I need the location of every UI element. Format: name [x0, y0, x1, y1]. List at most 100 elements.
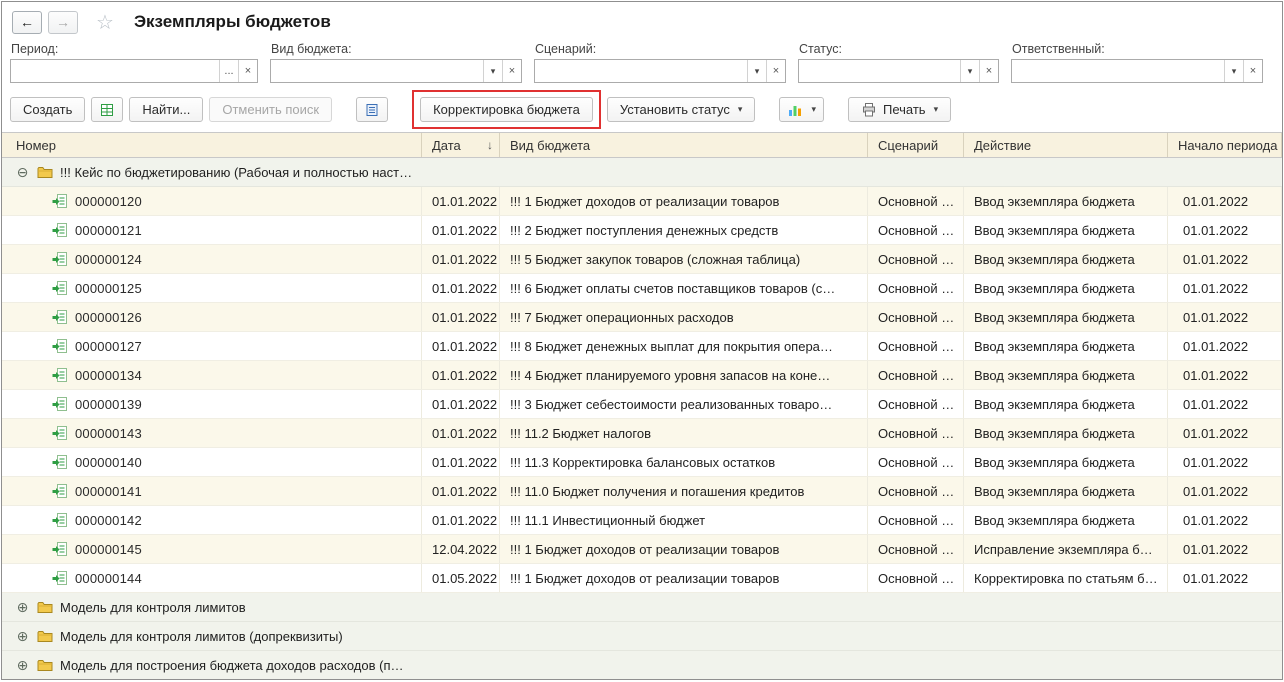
find-button[interactable]: Найти... [129, 97, 204, 122]
cell-budget-type: !!! 1 Бюджет доходов от реализации товар… [500, 564, 868, 592]
forward-arrow-icon: → [56, 14, 70, 30]
table-row[interactable]: 000000143 01.01.2022 !!! 11.2 Бюджет нал… [2, 419, 1282, 448]
group-row[interactable]: ⊕ Модель для контроля лимитов [2, 593, 1282, 622]
scenario-clear-button[interactable]: × [766, 60, 785, 82]
filter-status-label: Статус: [799, 42, 842, 56]
table-row[interactable]: 000000142 01.01.2022 !!! 11.1 Инвестицио… [2, 506, 1282, 535]
column-header-budget-type[interactable]: Вид бюджета [500, 133, 868, 157]
table-row[interactable]: 000000141 01.01.2022 !!! 11.0 Бюджет пол… [2, 477, 1282, 506]
document-icon [52, 483, 68, 499]
cell-date: 01.05.2022 [422, 564, 500, 592]
status-clear-button[interactable]: × [979, 60, 998, 82]
forward-button[interactable]: → [48, 10, 78, 34]
column-header-number[interactable]: Номер [2, 133, 422, 157]
group-row[interactable]: ⊕ Модель для контроля лимитов (допреквиз… [2, 622, 1282, 651]
status-input[interactable] [799, 60, 960, 82]
folder-icon [37, 629, 53, 643]
expand-icon[interactable]: ⊖ [15, 165, 30, 179]
table-row[interactable]: 000000134 01.01.2022 !!! 4 Бюджет планир… [2, 361, 1282, 390]
table-row[interactable]: 000000120 01.01.2022 !!! 1 Бюджет доходо… [2, 187, 1282, 216]
scenario-dropdown-button[interactable]: ▾ [747, 60, 766, 82]
cell-period-start: 01.01.2022 [1168, 448, 1282, 476]
report-chart-button[interactable]: ▾ [779, 97, 824, 122]
responsible-dropdown-button[interactable]: ▾ [1224, 60, 1243, 82]
responsible-clear-button[interactable]: × [1243, 60, 1262, 82]
column-header-period-start[interactable]: Начало периода [1168, 133, 1282, 157]
cell-budget-type: !!! 11.0 Бюджет получения и погашения кр… [500, 477, 868, 505]
budget-type-dropdown-button[interactable]: ▾ [483, 60, 502, 82]
period-choose-button[interactable]: ... [219, 60, 238, 82]
column-header-date[interactable]: Дата ↓ [422, 133, 500, 157]
cell-budget-type: !!! 11.3 Корректировка балансовых остатк… [500, 448, 868, 476]
set-status-button[interactable]: Установить статус ▾ [606, 97, 756, 122]
responsible-input[interactable] [1012, 60, 1224, 82]
filter-scenario-label: Сценарий: [535, 42, 597, 56]
cell-date: 01.01.2022 [422, 216, 500, 244]
budget-adjustment-button[interactable]: Корректировка бюджета [420, 97, 593, 122]
cell-date: 01.01.2022 [422, 448, 500, 476]
cell-number: 000000139 [75, 396, 142, 412]
budget-type-input[interactable] [271, 60, 483, 82]
cell-period-start: 01.01.2022 [1168, 245, 1282, 273]
cell-period-start: 01.01.2022 [1168, 564, 1282, 592]
filter-scenario: Сценарий: ▾ × [534, 40, 786, 83]
table-row[interactable]: 000000140 01.01.2022 !!! 11.3 Корректиро… [2, 448, 1282, 477]
table-row[interactable]: 000000126 01.01.2022 !!! 7 Бюджет операц… [2, 303, 1282, 332]
cell-action: Исправление экземпляра б… [964, 535, 1168, 563]
title-bar: ← → ☆ Экземпляры бюджетов [2, 2, 1282, 40]
document-icon [52, 425, 68, 441]
create-button[interactable]: Создать [10, 97, 86, 122]
filter-budget-type: Вид бюджета: ▾ × [270, 40, 522, 83]
folder-icon [37, 600, 53, 614]
expand-icon[interactable]: ⊕ [15, 658, 30, 672]
table-row[interactable]: 000000127 01.01.2022 !!! 8 Бюджет денежн… [2, 332, 1282, 361]
cell-period-start: 01.01.2022 [1168, 274, 1282, 302]
favorite-star-icon[interactable]: ☆ [96, 10, 114, 35]
expand-icon[interactable]: ⊕ [15, 629, 30, 643]
scenario-input[interactable] [535, 60, 747, 82]
expand-icon[interactable]: ⊕ [15, 600, 30, 614]
folder-icon [37, 658, 53, 672]
filters-row: Период: ... × Вид бюджета: ▾ × Сценарий:… [2, 40, 1282, 90]
column-header-action[interactable]: Действие [964, 133, 1168, 157]
cell-scenario: Основной … [868, 216, 964, 244]
document-icon [52, 512, 68, 528]
table-row[interactable]: 000000121 01.01.2022 !!! 2 Бюджет поступ… [2, 216, 1282, 245]
cell-action: Ввод экземпляра бюджета [964, 187, 1168, 215]
table-row[interactable]: 000000139 01.01.2022 !!! 3 Бюджет себест… [2, 390, 1282, 419]
cell-scenario: Основной … [868, 274, 964, 302]
document-icon [52, 541, 68, 557]
list-settings-button[interactable] [356, 97, 389, 122]
table-row[interactable]: 000000124 01.01.2022 !!! 5 Бюджет закупо… [2, 245, 1282, 274]
table-row[interactable]: 000000145 12.04.2022 !!! 1 Бюджет доходо… [2, 535, 1282, 564]
period-input[interactable] [11, 60, 219, 82]
budget-type-clear-button[interactable]: × [502, 60, 521, 82]
status-dropdown-button[interactable]: ▾ [960, 60, 979, 82]
chevron-down-icon: ▾ [737, 104, 743, 114]
column-header-scenario[interactable]: Сценарий [868, 133, 964, 157]
document-icon [52, 367, 68, 383]
document-icon [52, 309, 68, 325]
print-button[interactable]: Печать ▾ [847, 97, 952, 122]
period-clear-button[interactable]: × [238, 60, 257, 82]
cell-number: 000000143 [75, 425, 142, 441]
document-icon [52, 454, 68, 470]
back-button[interactable]: ← [12, 10, 42, 34]
cell-date: 01.01.2022 [422, 419, 500, 447]
cancel-search-button[interactable]: Отменить поиск [209, 97, 333, 122]
cell-budget-type: !!! 7 Бюджет операционных расходов [500, 303, 868, 331]
cell-scenario: Основной … [868, 419, 964, 447]
cell-action: Ввод экземпляра бюджета [964, 245, 1168, 273]
table-row[interactable]: 000000144 01.05.2022 !!! 1 Бюджет доходо… [2, 564, 1282, 593]
cell-number: 000000126 [75, 309, 142, 325]
cell-action: Ввод экземпляра бюджета [964, 216, 1168, 244]
cell-action: Ввод экземпляра бюджета [964, 303, 1168, 331]
group-row[interactable]: ⊕ Модель для построения бюджета доходов … [2, 651, 1282, 679]
group-label: Модель для контроля лимитов [60, 599, 246, 615]
export-spreadsheet-button[interactable] [91, 97, 124, 122]
cell-budget-type: !!! 1 Бюджет доходов от реализации товар… [500, 535, 868, 563]
cell-action: Ввод экземпляра бюджета [964, 477, 1168, 505]
cell-action: Ввод экземпляра бюджета [964, 448, 1168, 476]
table-row[interactable]: 000000125 01.01.2022 !!! 6 Бюджет оплаты… [2, 274, 1282, 303]
group-row[interactable]: ⊖ !!! Кейс по бюджетированию (Рабочая и … [2, 158, 1282, 187]
